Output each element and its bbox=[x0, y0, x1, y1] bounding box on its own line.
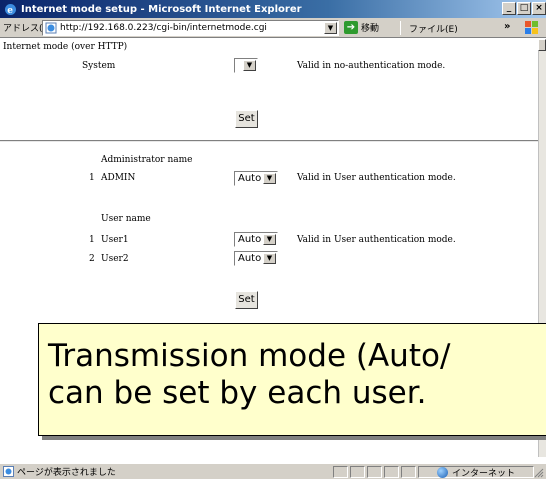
admin-mode-select[interactable]: Auto ▼ bbox=[234, 171, 278, 186]
page-heading: Internet mode (over HTTP) bbox=[3, 42, 128, 52]
set-button-users[interactable]: Set bbox=[235, 291, 258, 309]
internet-globe-icon bbox=[437, 467, 448, 478]
user-name: User2 bbox=[101, 254, 129, 264]
user2-mode-value: Auto bbox=[238, 253, 262, 264]
maximize-button[interactable]: □ bbox=[517, 2, 531, 15]
windows-logo-icon bbox=[524, 20, 540, 36]
callout-line-1: Transmission mode (Auto/ bbox=[48, 338, 451, 374]
go-arrow-icon: ➔ bbox=[344, 21, 358, 34]
title-bar: e Internet mode setup - Microsoft Intern… bbox=[0, 0, 546, 18]
scroll-up-button[interactable] bbox=[538, 39, 546, 51]
user1-mode-value: Auto bbox=[238, 234, 262, 245]
system-note: Valid in no-authentication mode. bbox=[297, 61, 446, 71]
window-title: Internet mode setup - Microsoft Internet… bbox=[21, 3, 302, 15]
status-panel bbox=[350, 466, 365, 478]
user-name: User1 bbox=[101, 235, 129, 245]
close-button[interactable]: × bbox=[532, 2, 546, 15]
status-text: ページが表示されました bbox=[17, 468, 116, 478]
svg-text:e: e bbox=[7, 6, 13, 16]
admin-section-header: Administrator name bbox=[101, 155, 193, 165]
file-menu[interactable]: ファイル(E) bbox=[409, 22, 458, 35]
zone-label: インターネット bbox=[452, 469, 516, 479]
user-row-number: 2 bbox=[89, 254, 95, 264]
go-button[interactable]: ➔ 移動 bbox=[344, 21, 379, 34]
address-url: http://192.168.0.223/cgi-bin/internetmod… bbox=[60, 23, 267, 33]
security-zone: インターネット bbox=[437, 466, 515, 479]
address-label: アドレス(D) bbox=[3, 24, 53, 34]
chevron-down-icon: ▼ bbox=[243, 60, 256, 71]
address-bar: アドレス(D) http://192.168.0.223/cgi-bin/int… bbox=[0, 18, 546, 38]
chevron-down-icon: ▼ bbox=[263, 253, 276, 264]
admin-mode-value: Auto bbox=[238, 173, 262, 184]
window-controls: _ □ × bbox=[501, 2, 546, 15]
address-dropdown-button[interactable]: ▼ bbox=[324, 22, 337, 34]
user-row-number: 1 bbox=[89, 235, 95, 245]
user-section-header: User name bbox=[101, 214, 151, 224]
system-mode-select[interactable]: ▼ bbox=[234, 58, 258, 73]
annotation-callout: Transmission mode (Auto/ can be set by e… bbox=[38, 323, 546, 436]
user2-mode-select[interactable]: Auto ▼ bbox=[234, 251, 278, 266]
chevron-down-icon: ▼ bbox=[263, 173, 276, 184]
minimize-button[interactable]: _ bbox=[502, 2, 516, 15]
user-note: Valid in User authentication mode. bbox=[297, 235, 456, 245]
admin-name: ADMIN bbox=[101, 173, 136, 183]
chevron-down-icon: ▼ bbox=[263, 234, 276, 245]
page-done-icon bbox=[3, 466, 14, 477]
address-input[interactable]: http://192.168.0.223/cgi-bin/internetmod… bbox=[42, 20, 339, 36]
go-label: 移動 bbox=[361, 24, 380, 34]
status-panel bbox=[367, 466, 382, 478]
callout-line-2: can be set by each user. bbox=[48, 375, 427, 411]
status-panel bbox=[333, 466, 348, 478]
divider bbox=[0, 140, 538, 142]
internet-explorer-icon: e bbox=[3, 2, 17, 16]
status-panel bbox=[384, 466, 399, 478]
user1-mode-select[interactable]: Auto ▼ bbox=[234, 232, 278, 247]
status-bar: ページが表示されました インターネット bbox=[0, 463, 546, 479]
resize-grip-icon[interactable] bbox=[534, 468, 544, 478]
admin-note: Valid in User authentication mode. bbox=[297, 173, 456, 183]
toolbar-overflow-chevron[interactable]: » bbox=[504, 21, 510, 32]
system-label: System bbox=[82, 61, 116, 71]
page-icon bbox=[45, 22, 57, 34]
admin-row-number: 1 bbox=[89, 173, 95, 183]
toolbar-separator bbox=[400, 21, 401, 35]
set-button-system[interactable]: Set bbox=[235, 110, 258, 128]
status-panel bbox=[401, 466, 416, 478]
